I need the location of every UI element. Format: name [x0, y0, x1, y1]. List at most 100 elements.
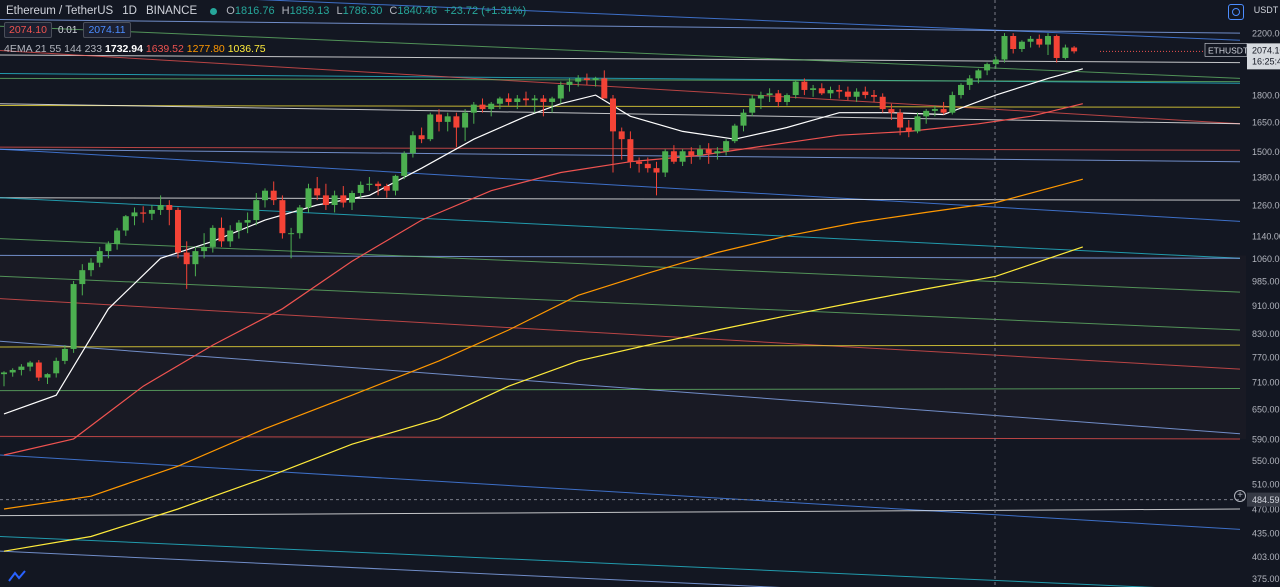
candle-body: [392, 175, 399, 191]
price-tick-label: 710.00: [1252, 377, 1280, 387]
trend-line: [0, 18, 1241, 34]
candle-body: [331, 195, 338, 206]
price-tick-label: 1260.00: [1252, 201, 1280, 211]
candle-body: [409, 135, 416, 154]
candle-body: [705, 149, 712, 154]
candle-body: [44, 374, 51, 378]
add-alert-icon[interactable]: +: [1234, 490, 1246, 502]
buy-button[interactable]: 2074.11: [83, 22, 131, 38]
candle-body: [757, 95, 764, 99]
candle-body: [453, 116, 460, 128]
candle-body: [862, 91, 869, 96]
last-price-label: 2074.10: [1252, 45, 1280, 55]
candle-body: [314, 188, 321, 196]
candle-body: [975, 70, 982, 79]
price-tick-label: 375.00: [1252, 574, 1280, 584]
chart-settings-icon[interactable]: [1228, 4, 1244, 20]
candle-body: [853, 91, 860, 97]
trend-line: [0, 454, 1241, 530]
candle-body: [723, 141, 730, 152]
sell-button[interactable]: 2074.10: [4, 22, 52, 38]
crosshair-price-label: 484.59: [1252, 495, 1280, 505]
candle-body: [844, 91, 851, 97]
candle-body: [1053, 35, 1060, 58]
candle-body: [401, 153, 408, 176]
candle-body: [349, 193, 355, 203]
candle-body: [96, 251, 103, 263]
currency-label[interactable]: USDT: [1252, 2, 1280, 18]
candle-body: [992, 59, 999, 65]
candle-body: [148, 209, 155, 214]
indicator-legend[interactable]: 4EMA 21 55 144 233 1732.94 1639.52 1277.…: [4, 43, 266, 55]
exchange-label: BINANCE: [146, 5, 198, 17]
candle-body: [1018, 41, 1025, 49]
price-tick-label: 590.00: [1252, 434, 1280, 444]
candle-body: [375, 183, 382, 187]
trend-line: [0, 146, 1241, 151]
candle-body: [1010, 35, 1017, 49]
tradingview-logo-icon[interactable]: [8, 570, 26, 582]
price-tick-label: 403.00: [1252, 552, 1280, 562]
candle-body: [1045, 35, 1051, 45]
price-tick-label: 910.00: [1252, 301, 1280, 311]
price-tick-label: 650.00: [1252, 405, 1280, 415]
candle-body: [279, 200, 286, 234]
candle-body: [905, 127, 912, 132]
price-tick-label: 1140.00: [1252, 231, 1280, 241]
candle-body: [653, 168, 660, 173]
candle-body: [1062, 47, 1069, 58]
candle-body: [1027, 38, 1034, 42]
candle-body: [288, 233, 295, 235]
candle-body: [114, 230, 121, 245]
candle-body: [775, 93, 782, 102]
candle-body: [1036, 38, 1043, 45]
trade-buttons: 2074.10 0.01 2074.11: [4, 22, 131, 38]
trend-line: [0, 197, 1241, 201]
candle-body: [296, 207, 303, 234]
countdown-label: 16:25:4: [1252, 56, 1280, 66]
candle-body: [940, 109, 947, 113]
price-chart[interactable]: 2200.002000.001800.001650.001500.001380.…: [0, 0, 1280, 587]
ema-21-value: 1732.94: [105, 43, 143, 55]
candle-body: [27, 362, 34, 367]
candle-body: [70, 284, 77, 349]
candle-body: [61, 348, 68, 361]
market-status-icon: [210, 7, 218, 15]
candle-body: [914, 116, 921, 132]
candle-body: [784, 95, 790, 102]
candle-body: [9, 369, 16, 373]
candle-body: [79, 270, 86, 285]
candle-body: [488, 103, 495, 110]
candle-body: [479, 104, 486, 110]
candle-body: [618, 131, 625, 140]
candle-body: [340, 195, 347, 203]
indicator-name: 4EMA: [4, 43, 33, 55]
price-tick-label: 2200.00: [1252, 29, 1280, 39]
candle-body: [514, 98, 521, 102]
candle-body: [183, 252, 190, 265]
candle-body: [235, 222, 242, 231]
low-label: L: [336, 5, 343, 17]
candle-body: [270, 190, 277, 201]
candle-body: [958, 84, 964, 96]
candle-body: [1001, 35, 1008, 60]
candle-body: [601, 78, 608, 99]
candle-body: [322, 195, 329, 206]
symbol-title[interactable]: Ethereum / TetherUS: [6, 5, 113, 17]
candle-body: [801, 81, 808, 90]
candle-body: [244, 220, 251, 223]
trend-line: [0, 508, 1241, 517]
close-value: 1840.46: [397, 5, 438, 17]
price-tick-label: 1380.00: [1252, 172, 1280, 182]
candle-body: [714, 151, 721, 154]
candle-body: [531, 98, 538, 101]
ema-55-value: 1639.52: [145, 43, 184, 55]
candle-body: [566, 81, 573, 85]
candle-body: [888, 109, 895, 113]
interval-label[interactable]: 1D: [122, 5, 137, 17]
candle-body: [305, 188, 312, 208]
open-value: 1816.76: [234, 5, 275, 17]
trend-line: [0, 535, 1156, 587]
candle-body: [462, 112, 469, 128]
candle-body: [810, 88, 817, 90]
